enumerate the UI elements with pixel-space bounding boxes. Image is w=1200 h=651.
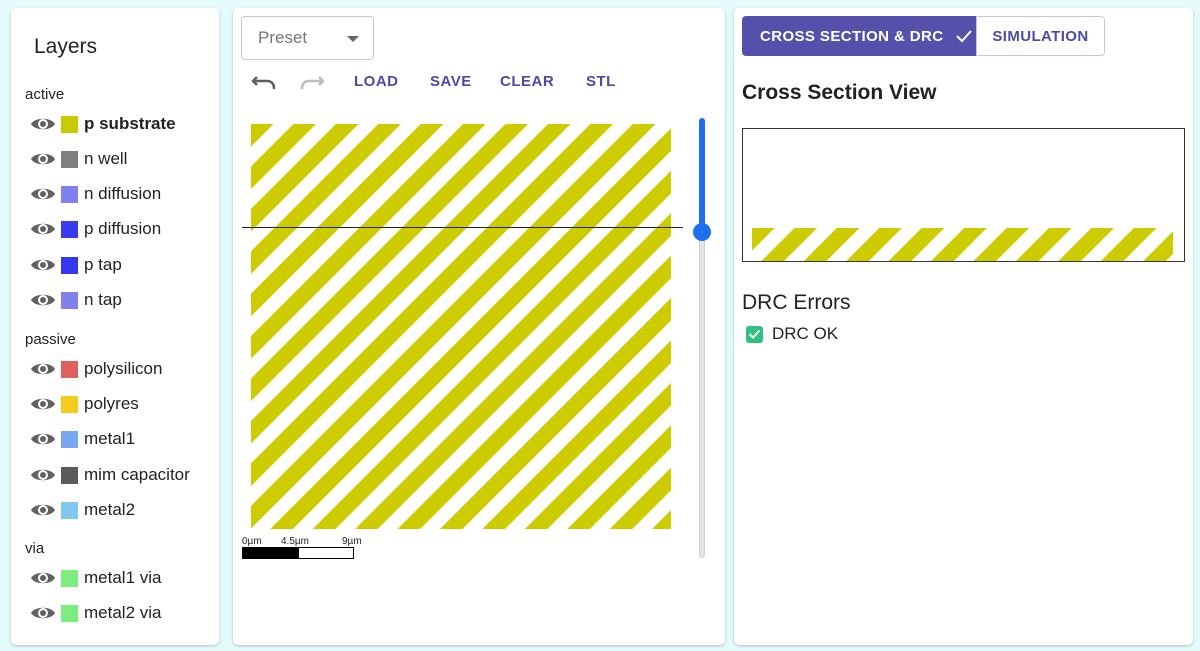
layer-color-swatch: [61, 395, 78, 413]
layer-label: n tap: [84, 290, 122, 309]
layer-label: p tap: [84, 255, 122, 274]
tab-simulation[interactable]: SIMULATION: [976, 16, 1105, 56]
drc-errors-title: DRC Errors: [742, 291, 851, 314]
eye-icon[interactable]: [30, 291, 56, 309]
group-label-via: via: [25, 540, 45, 557]
cross-section-view: [742, 128, 1185, 262]
eye-icon[interactable]: [30, 220, 56, 238]
check-icon: [956, 30, 973, 43]
layer-item-polyres[interactable]: polyres: [30, 390, 139, 418]
layer-label: p substrate: [84, 114, 176, 133]
layer-item-polysilicon[interactable]: polysilicon: [30, 355, 162, 383]
slider-thumb[interactable]: [693, 223, 711, 241]
layer-label: polyres: [84, 394, 139, 413]
cross-section-cut-line: [242, 227, 683, 228]
layer-label: n well: [84, 149, 128, 168]
drc-ok-label: DRC OK: [772, 324, 839, 343]
eye-icon[interactable]: [30, 360, 56, 378]
tab-cross-section-label: CROSS SECTION & DRC: [760, 27, 944, 45]
group-label-passive: passive: [25, 331, 76, 348]
eye-icon[interactable]: [30, 569, 56, 587]
layer-item-p-substrate[interactable]: p substrate: [30, 110, 176, 138]
analysis-panel: CROSS SECTION & DRC SIMULATION Cross Sec…: [734, 8, 1193, 645]
layer-label: metal1 via: [84, 568, 162, 587]
eye-icon[interactable]: [30, 150, 56, 168]
layer-color-swatch: [61, 569, 78, 587]
cross-section-substrate: [752, 228, 1173, 261]
layer-color-swatch: [61, 501, 78, 519]
preset-select[interactable]: Preset: [241, 16, 374, 60]
layer-item-metal2-via[interactable]: metal2 via: [30, 599, 161, 627]
eye-icon[interactable]: [30, 430, 56, 448]
eye-icon[interactable]: [30, 115, 56, 133]
layer-label: n diffusion: [84, 184, 162, 203]
scale-segment-black: [242, 547, 298, 559]
layer-item-p-diffusion[interactable]: p diffusion: [30, 215, 161, 243]
eye-icon[interactable]: [30, 604, 56, 622]
eye-icon[interactable]: [30, 185, 56, 203]
undo-icon[interactable]: [251, 71, 277, 93]
scale-segment-white: [298, 547, 354, 559]
layer-item-metal1-via[interactable]: metal1 via: [30, 564, 161, 592]
stl-button[interactable]: STL: [586, 72, 616, 92]
layer-label: polysilicon: [84, 359, 163, 378]
save-button[interactable]: SAVE: [430, 72, 472, 92]
layer-item-n-tap[interactable]: n tap: [30, 286, 122, 314]
layer-color-swatch: [61, 185, 78, 203]
layer-color-swatch: [61, 430, 78, 448]
layer-color-swatch: [61, 360, 78, 378]
p-substrate-region: [251, 124, 671, 529]
layer-label: metal2 via: [84, 603, 162, 622]
drc-status: DRC OK: [746, 324, 838, 344]
group-label-active: active: [25, 86, 65, 103]
layers-panel: Layers active p substrate n well n diffu…: [11, 8, 219, 645]
redo-icon[interactable]: [299, 71, 325, 93]
clear-button[interactable]: CLEAR: [500, 72, 554, 92]
eye-icon[interactable]: [30, 395, 56, 413]
layers-title: Layers: [34, 35, 98, 58]
layer-item-metal2[interactable]: metal2: [30, 496, 135, 524]
tab-cross-section-drc[interactable]: CROSS SECTION & DRC: [742, 16, 976, 56]
layer-item-n-diffusion[interactable]: n diffusion: [30, 180, 161, 208]
layer-item-metal1[interactable]: metal1: [30, 425, 135, 453]
eye-icon[interactable]: [30, 466, 56, 484]
layer-label: p diffusion: [84, 219, 162, 238]
layer-color-swatch: [61, 115, 78, 133]
eye-icon[interactable]: [30, 256, 56, 274]
layer-color-swatch: [61, 220, 78, 238]
chevron-down-icon: [347, 36, 359, 42]
drc-ok-checkbox: [746, 325, 763, 343]
layer-color-swatch: [61, 466, 78, 484]
layer-color-swatch: [61, 604, 78, 622]
layer-label: metal2: [84, 500, 136, 519]
layer-label: metal1: [84, 429, 136, 448]
eye-icon[interactable]: [30, 501, 56, 519]
layer-item-mim-capacitor[interactable]: mim capacitor: [30, 461, 190, 489]
preset-placeholder: Preset: [258, 28, 308, 47]
view-tabs: CROSS SECTION & DRC SIMULATION: [742, 16, 1105, 56]
check-icon: [748, 329, 761, 339]
layer-item-p-tap[interactable]: p tap: [30, 251, 122, 279]
layout-canvas[interactable]: [251, 124, 671, 529]
layer-color-swatch: [61, 150, 78, 168]
scale-bar: 0µm 4.5µm 9µm: [242, 536, 362, 560]
cross-section-title: Cross Section View: [742, 81, 937, 104]
layout-editor-panel: Preset LOAD SAVE CLEAR STL 0µm 4.5µm 9µm: [233, 8, 725, 645]
layer-color-swatch: [61, 256, 78, 274]
layer-item-n-well[interactable]: n well: [30, 145, 127, 173]
layer-color-swatch: [61, 291, 78, 309]
layer-label: mim capacitor: [84, 465, 190, 484]
load-button[interactable]: LOAD: [354, 72, 399, 92]
slider-fill: [699, 118, 705, 232]
